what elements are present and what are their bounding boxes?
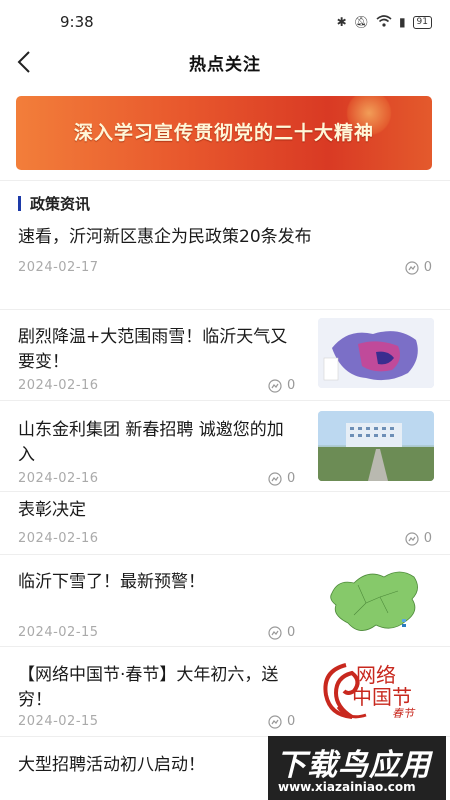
news-date: 2024-02-16 — [18, 531, 99, 546]
section-title: 政策资讯 — [30, 195, 91, 213]
section-accent-bar — [18, 196, 21, 211]
news-date: 2024-02-15 — [18, 625, 99, 640]
status-bar: 9:38 ✱ 🔕︎ ▮ 91 — [0, 0, 450, 44]
news-date: 2024-02-15 — [18, 714, 99, 729]
eye-icon — [268, 378, 282, 393]
header: 热点关注 — [0, 44, 450, 80]
news-views: 0 — [268, 378, 295, 393]
eye-icon — [405, 531, 419, 546]
page-title: 热点关注 — [189, 54, 261, 75]
news-title: 临沂下雪了！最新预警！ — [18, 572, 205, 592]
list-item[interactable]: 临沂下雪了！最新预警！ 2024-02-15 0 — [0, 555, 450, 647]
back-button[interactable] — [10, 46, 38, 78]
news-date: 2024-02-17 — [18, 260, 99, 275]
banner[interactable]: 深入学习宣传贯彻党的二十大精神 — [16, 96, 432, 170]
wifi-icon — [376, 14, 392, 30]
news-title: 剧烈降温+大范围雨雪！临沂天气又要变！ — [18, 327, 288, 372]
news-title: 【网络中国节·春节】大年初六，送穷！ — [18, 665, 279, 710]
news-views: 0 — [405, 260, 432, 275]
list-item[interactable]: 山东金利集团 新春招聘 诚邀您的加入 2024-02-16 0 — [0, 401, 450, 492]
eye-icon — [268, 471, 282, 486]
news-views: 0 — [268, 714, 295, 729]
eye-icon — [405, 260, 419, 275]
sim-icon: ▮ — [398, 15, 406, 29]
list-item[interactable]: 速看，沂河新区惠企为民政策20条发布 2024-02-17 0 — [0, 222, 450, 310]
news-title: 表彰决定 — [18, 500, 86, 520]
news-title: 山东金利集团 新春招聘 诚邀您的加入 — [18, 420, 284, 465]
watermark: 下载鸟应用 www.xiazainiao.com — [268, 736, 446, 800]
news-title: 大型招聘活动初八启动！ — [18, 755, 205, 775]
news-list: 速看，沂河新区惠企为民政策20条发布 2024-02-17 0 剧烈降温+大范围… — [0, 222, 450, 800]
list-item[interactable]: 【网络中国节·春节】大年初六，送穷！ 2024-02-15 0 网络 中国节 春… — [0, 647, 450, 737]
watermark-url: www.xiazainiao.com — [278, 780, 416, 794]
banner-text: 深入学习宣传贯彻党的二十大精神 — [73, 122, 374, 144]
section-header: 政策资讯 — [0, 180, 450, 222]
eye-icon — [268, 625, 282, 640]
news-thumbnail — [318, 563, 434, 633]
chevron-left-icon — [17, 51, 30, 73]
watermark-text: 下载鸟应用 — [276, 748, 431, 783]
banner-container: 深入学习宣传贯彻党的二十大精神 — [0, 80, 450, 170]
news-date: 2024-02-16 — [18, 471, 99, 486]
mute-icon: 🔕︎ — [353, 15, 369, 29]
eye-icon — [268, 714, 282, 729]
news-thumbnail: 网络 中国节 春节 — [318, 655, 434, 725]
logo-text-3: 春节 — [392, 707, 414, 720]
news-views: 0 — [405, 531, 432, 546]
list-item[interactable]: 剧烈降温+大范围雨雪！临沂天气又要变！ 2024-02-16 0 — [0, 310, 450, 401]
list-item[interactable]: 表彰决定 2024-02-16 0 — [0, 492, 450, 555]
bluetooth-icon: ✱ — [336, 15, 347, 29]
status-time: 9:38 — [60, 13, 94, 31]
news-date: 2024-02-16 — [18, 378, 99, 393]
news-thumbnail — [318, 411, 434, 481]
news-views: 0 — [268, 625, 295, 640]
status-icons: ✱ 🔕︎ ▮ 91 — [336, 14, 432, 30]
battery-icon: 91 — [412, 15, 432, 29]
news-views: 0 — [268, 471, 295, 486]
news-thumbnail — [318, 318, 434, 388]
news-title: 速看，沂河新区惠企为民政策20条发布 — [18, 227, 312, 247]
